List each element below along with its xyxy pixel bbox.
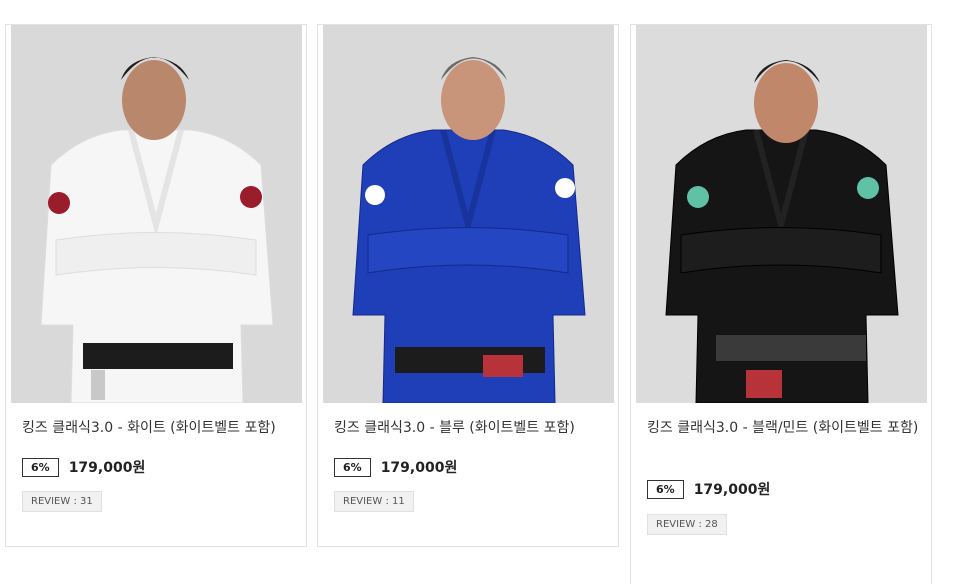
product-title[interactable]: 킹즈 클래식3.0 - 블랙/민트 (화이트벨트 포함) (647, 417, 921, 439)
product-price: 179,000원 (693, 482, 771, 498)
review-count[interactable]: REVIEW : 31 (22, 491, 102, 512)
product-price: 179,000원 (380, 460, 458, 476)
review-count[interactable]: REVIEW : 28 (647, 514, 727, 535)
price-row: 6% 179,000원 (334, 457, 457, 477)
product-title[interactable]: 킹즈 클래식3.0 - 블루 (화이트벨트 포함) (334, 417, 608, 439)
discount-badge: 6% (334, 457, 371, 477)
product-card[interactable]: 킹즈 클래식3.0 - 화이트 (화이트벨트 포함) 6% 179,000원 R… (5, 24, 307, 547)
product-card[interactable]: 킹즈 클래식3.0 - 블루 (화이트벨트 포함) 6% 179,000원 RE… (317, 24, 619, 547)
discount-badge: 6% (647, 479, 684, 499)
product-title[interactable]: 킹즈 클래식3.0 - 화이트 (화이트벨트 포함) (22, 417, 296, 439)
product-image-black-mint-gi[interactable] (636, 25, 927, 403)
price-row: 6% 179,000원 (22, 457, 145, 477)
review-count[interactable]: REVIEW : 11 (334, 491, 414, 512)
product-card[interactable]: 킹즈 클래식3.0 - 블랙/민트 (화이트벨트 포함) 6% 179,000원… (630, 24, 932, 584)
discount-badge: 6% (22, 457, 59, 477)
product-image-white-gi[interactable] (11, 25, 302, 403)
product-image-blue-gi[interactable] (323, 25, 614, 403)
product-price: 179,000원 (68, 460, 146, 476)
price-row: 6% 179,000원 (647, 479, 770, 499)
